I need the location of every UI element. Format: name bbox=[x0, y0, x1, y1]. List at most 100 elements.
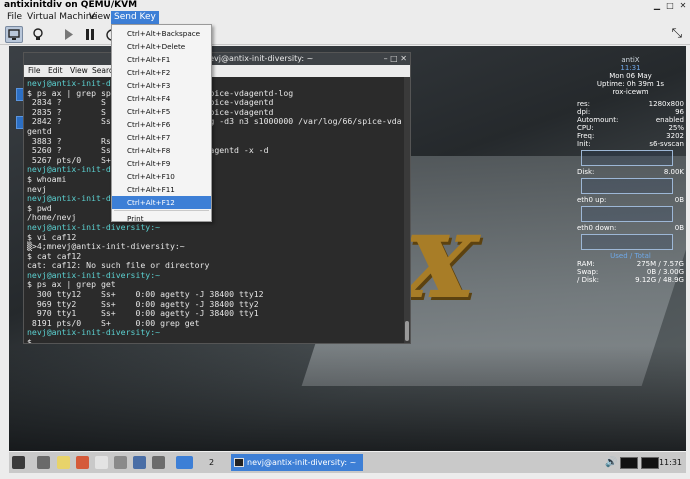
terminal-window[interactable]: nevj@antix-init-diversity: ~ – □ ✕ File … bbox=[23, 52, 411, 344]
terminal-line: ▒>4;mnevj@antix-init-diversity:~ bbox=[27, 241, 401, 252]
send-key-item[interactable]: Ctrl+Alt+F1 bbox=[112, 53, 211, 66]
eth-up-graph bbox=[581, 206, 673, 222]
send-key-item[interactable]: Ctrl+Alt+F10 bbox=[112, 170, 211, 183]
terminal-line-text: $ whoami bbox=[27, 173, 67, 184]
terminal-line-text: gentd bbox=[27, 125, 52, 136]
terminal-line-text: 969 tty2 Ss+ 0:00 agetty -J 38400 tty2 bbox=[27, 298, 259, 309]
terminal-line: nevj@antix-init-diversity:~ bbox=[27, 328, 401, 338]
conky-uptime: Uptime: 0h 39m 1s bbox=[596, 80, 665, 88]
disk-graph bbox=[581, 178, 673, 194]
menu-send-key[interactable]: Send Key bbox=[111, 11, 159, 24]
conky-time: 11:31 bbox=[620, 64, 641, 72]
terminal-line-text: 970 tty1 Ss+ 0:00 agetty -J 38400 tty1 bbox=[27, 308, 259, 319]
send-key-item[interactable]: Ctrl+Alt+F7 bbox=[112, 131, 211, 144]
pause-button[interactable] bbox=[81, 26, 99, 43]
terminal-window-controls[interactable]: – □ ✕ bbox=[384, 55, 407, 63]
editor-icon[interactable] bbox=[95, 456, 108, 469]
maximize-icon[interactable]: □ bbox=[665, 1, 675, 10]
terminal-menu-view[interactable]: View bbox=[70, 65, 88, 77]
terminal-line-text: /home/nevj bbox=[27, 212, 77, 223]
terminal-line-text: 2842 ? Ss log -d3 n3 s1000000 /var/log/6… bbox=[27, 116, 402, 127]
terminal-scrollbar[interactable] bbox=[404, 77, 410, 343]
send-key-item[interactable]: Ctrl+Alt+F5 bbox=[112, 105, 211, 118]
settings-icon[interactable] bbox=[133, 456, 146, 469]
workspace-1-icon[interactable] bbox=[176, 456, 193, 469]
send-key-item[interactable]: Ctrl+Alt+Delete bbox=[112, 40, 211, 53]
pause-icon bbox=[86, 29, 94, 40]
terminal-line: 2842 ? Ss log -d3 n3 s1000000 /var/log/6… bbox=[27, 116, 402, 127]
terminal-line-text: cat: caf12: No such file or directory bbox=[27, 260, 210, 271]
send-key-item[interactable]: Ctrl+Alt+F4 bbox=[112, 92, 211, 105]
volume-icon[interactable]: 🔊 bbox=[605, 457, 617, 469]
virt-manager-window: antixinitdiv on QEMU/KVM ▁ □ ✕ File Virt… bbox=[0, 0, 690, 479]
monitor-icon bbox=[8, 29, 20, 40]
terminal-line: nevj@antix-init-di bbox=[27, 165, 401, 175]
app-launcher-icon[interactable] bbox=[152, 456, 165, 469]
close-icon[interactable]: ✕ bbox=[678, 1, 688, 10]
send-key-item[interactable]: Ctrl+Alt+F12 bbox=[112, 196, 211, 209]
taskbar-task-label: nevj@antix-init-diversity: ~ bbox=[247, 458, 357, 467]
taskbar-clock[interactable]: 11:31 bbox=[659, 452, 682, 474]
window-title: antixinitdiv on QEMU/KVM bbox=[4, 0, 138, 10]
conky-system-monitor: antiX 11:31 Mon 06 May Uptime: 0h 39m 1s… bbox=[577, 56, 684, 284]
wallpaper-shadow bbox=[9, 346, 686, 456]
send-key-item[interactable]: Ctrl+Alt+F2 bbox=[112, 66, 211, 79]
terminal-line: $ pwd bbox=[27, 203, 401, 214]
conky-stat-row: Init: s6-svscan bbox=[577, 140, 684, 148]
lightbulb-icon bbox=[33, 28, 43, 40]
run-button[interactable] bbox=[59, 26, 77, 43]
menu-file[interactable]: File bbox=[4, 11, 25, 24]
conky-distro: antiX bbox=[621, 56, 640, 64]
show-desktop-icon[interactable] bbox=[37, 456, 50, 469]
terminal-line-text: $ cat caf12 bbox=[27, 250, 82, 261]
conky-stat-row: CPU: 25% bbox=[577, 124, 684, 132]
send-key-item[interactable]: Ctrl+Alt+F3 bbox=[112, 79, 211, 92]
terminal-menu-file[interactable]: File bbox=[28, 65, 41, 77]
terminal-line: nevj@antix-init-diversity:~ bbox=[27, 222, 401, 233]
terminal-menu-edit[interactable]: Edit bbox=[48, 65, 63, 77]
file-manager-icon[interactable] bbox=[57, 456, 70, 469]
terminal-menubar: File Edit View Search bbox=[24, 65, 410, 77]
terminal-line-text: nevj bbox=[27, 183, 47, 194]
console-view-button[interactable] bbox=[5, 26, 23, 43]
prompt-user-host: nevj@antix-init-di bbox=[27, 193, 116, 204]
conky-mem-row: / Disk: 9.12G / 48.9G bbox=[577, 276, 684, 284]
prompt-user-host: nevj@antix-init-diversity:~ bbox=[27, 327, 161, 338]
play-icon bbox=[65, 29, 73, 40]
cpu-monitor-icon[interactable] bbox=[641, 457, 659, 469]
send-key-item[interactable]: Print bbox=[112, 212, 211, 225]
send-key-item[interactable]: Ctrl+Alt+F9 bbox=[112, 157, 211, 170]
terminal-line: $ bbox=[27, 337, 401, 343]
terminal-line-text: 5267 pts/0 S+ bbox=[27, 154, 111, 165]
send-key-item[interactable]: Ctrl+Alt+F6 bbox=[112, 118, 211, 131]
menu-view[interactable]: View bbox=[86, 11, 113, 24]
browser-icon[interactable] bbox=[76, 456, 89, 469]
terminal-launcher-icon[interactable] bbox=[114, 456, 127, 469]
conky-stat-row: dpi: 96 bbox=[577, 108, 684, 116]
send-key-item[interactable]: Ctrl+Alt+F8 bbox=[112, 144, 211, 157]
conky-stat-row: res: 1280x800 bbox=[577, 100, 684, 108]
fullscreen-icon[interactable]: ⤡ bbox=[672, 26, 682, 41]
conky-mem-row: Swap: 0B / 3.00G bbox=[577, 268, 684, 276]
taskbar-task-terminal[interactable]: nevj@antix-init-diversity: ~ bbox=[231, 454, 363, 471]
terminal-line-text: $ ps ax | grep get bbox=[27, 279, 116, 290]
prompt-user-host: nevj@antix-init-di bbox=[27, 78, 116, 88]
terminal-output[interactable]: nevj@antix-init-di $ ps ax | grep sp spic… bbox=[24, 77, 404, 343]
terminal-title: nevj@antix-init-diversity: ~ bbox=[204, 54, 314, 63]
start-menu-icon[interactable] bbox=[12, 456, 25, 469]
workspace-2-label[interactable]: 2 bbox=[209, 452, 214, 474]
prompt-user-host: nevj@antix-init-diversity:~ bbox=[27, 269, 161, 280]
conky-eth-down-row: eth0 down: 0B bbox=[577, 224, 684, 232]
send-key-item[interactable]: Ctrl+Alt+F11 bbox=[112, 183, 211, 196]
minimize-icon[interactable]: ▁ bbox=[652, 1, 662, 10]
terminal-line-text: 8191 pts/0 S+ 0:00 grep get bbox=[27, 317, 200, 328]
terminal-line-text: $ vi caf12 bbox=[27, 231, 77, 242]
terminal-line-text: 300 tty12 Ss+ 0:00 agetty -J 38400 tty12 bbox=[27, 289, 264, 300]
menubar: File Virtual Machine View Send Key bbox=[0, 11, 690, 24]
scrollbar-thumb[interactable] bbox=[405, 321, 409, 341]
send-key-item[interactable]: Ctrl+Alt+Backspace bbox=[112, 27, 211, 40]
terminal-titlebar[interactable]: nevj@antix-init-diversity: ~ – □ ✕ bbox=[24, 53, 410, 65]
details-button[interactable] bbox=[29, 26, 47, 43]
network-monitor-icon[interactable] bbox=[620, 457, 638, 469]
terminal-line: nevj@antix-init-di bbox=[27, 193, 401, 204]
